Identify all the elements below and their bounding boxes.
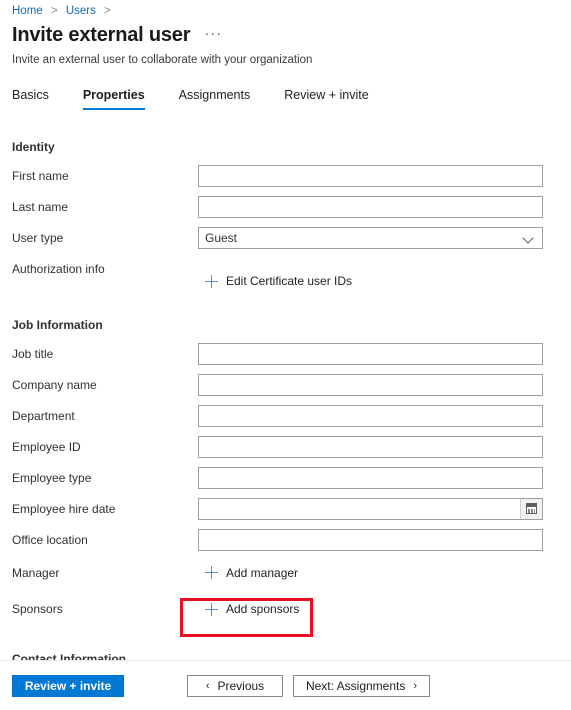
form-row-first-name: First name bbox=[0, 160, 571, 191]
department-label: Department bbox=[12, 408, 75, 423]
sponsors-label: Sponsors bbox=[12, 602, 63, 616]
review-invite-button[interactable]: Review + invite bbox=[12, 675, 124, 697]
company-name-label: Company name bbox=[12, 377, 97, 392]
form-row-job-title: Job title bbox=[0, 338, 571, 369]
employee-hire-date-label: Employee hire date bbox=[12, 501, 116, 516]
breadcrumb-item-home[interactable]: Home bbox=[12, 5, 43, 17]
form-row-last-name: Last name bbox=[0, 191, 571, 222]
tab-properties[interactable]: Properties bbox=[82, 88, 145, 110]
section-heading-identity: Identity bbox=[12, 140, 55, 154]
next-label: Next: Assignments bbox=[305, 679, 406, 693]
company-name-input[interactable] bbox=[198, 373, 543, 396]
add-sponsors-button[interactable]: Add sponsors bbox=[205, 602, 299, 616]
form-row-sponsors: Sponsors Add sponsors bbox=[0, 590, 571, 628]
job-title-label: Job title bbox=[12, 346, 54, 361]
form-row-user-type: User type Guest bbox=[0, 222, 571, 253]
last-name-label: Last name bbox=[12, 199, 69, 214]
next-assignments-button[interactable]: Next: Assignments › bbox=[293, 675, 430, 697]
wizard-tabs: Basics Properties Assignments Review + i… bbox=[12, 88, 403, 118]
first-name-input[interactable] bbox=[198, 164, 543, 187]
job-title-input[interactable] bbox=[198, 342, 543, 365]
page-header: Invite external user ··· bbox=[12, 24, 222, 47]
add-manager-button[interactable]: Add manager bbox=[205, 566, 298, 580]
manager-label: Manager bbox=[12, 565, 60, 580]
tab-assignments[interactable]: Assignments bbox=[179, 88, 251, 110]
tab-review-invite[interactable]: Review + invite bbox=[284, 88, 368, 110]
plus-icon bbox=[205, 566, 218, 579]
edit-certificate-user-ids-button[interactable]: Edit Certificate user IDs bbox=[205, 274, 352, 288]
previous-label: Previous bbox=[217, 679, 265, 693]
properties-form: Identity First name Last name User type … bbox=[0, 130, 571, 661]
edit-certificate-user-ids-label: Edit Certificate user IDs bbox=[226, 274, 353, 288]
user-type-label: User type bbox=[12, 230, 64, 245]
office-location-input[interactable] bbox=[198, 528, 543, 551]
employee-hire-date-input[interactable] bbox=[198, 497, 543, 520]
page-subtitle: Invite an external user to collaborate w… bbox=[12, 54, 313, 66]
breadcrumb: Home > Users > bbox=[12, 4, 116, 18]
add-sponsors-label: Add sponsors bbox=[226, 602, 300, 616]
form-row-office-location: Office location bbox=[0, 524, 571, 555]
form-row-employee-type: Employee type bbox=[0, 462, 571, 493]
add-manager-label: Add manager bbox=[226, 565, 299, 580]
department-input[interactable] bbox=[198, 404, 543, 427]
chevron-left-icon: ‹ bbox=[205, 680, 210, 692]
form-row-edit-certificate: Edit Certificate user IDs bbox=[0, 270, 571, 292]
employee-type-label: Employee type bbox=[12, 470, 92, 485]
employee-type-input[interactable] bbox=[198, 466, 543, 489]
calendar-picker-button[interactable] bbox=[520, 498, 542, 519]
calendar-icon bbox=[526, 503, 537, 514]
form-row-employee-id: Employee ID bbox=[0, 431, 571, 462]
breadcrumb-separator-icon: > bbox=[104, 5, 111, 17]
breadcrumb-item-users[interactable]: Users bbox=[66, 5, 96, 17]
form-row-department: Department bbox=[0, 400, 571, 431]
employee-id-input[interactable] bbox=[198, 435, 543, 458]
employee-id-label: Employee ID bbox=[12, 439, 81, 454]
employee-hire-date-group bbox=[198, 497, 543, 520]
office-location-label: Office location bbox=[12, 532, 88, 547]
first-name-label: First name bbox=[12, 168, 69, 183]
chevron-down-icon bbox=[524, 233, 534, 243]
last-name-input[interactable] bbox=[198, 195, 543, 218]
form-row-employee-hire-date: Employee hire date bbox=[0, 493, 571, 524]
chevron-right-icon: › bbox=[413, 680, 418, 692]
form-row-company-name: Company name bbox=[0, 369, 571, 400]
breadcrumb-separator-icon: > bbox=[50, 5, 58, 17]
wizard-footer: Review + invite ‹ Previous Next: Assignm… bbox=[0, 660, 571, 710]
tab-basics[interactable]: Basics bbox=[12, 88, 49, 110]
previous-button[interactable]: ‹ Previous bbox=[187, 675, 283, 697]
page-title: Invite external user bbox=[12, 24, 191, 46]
section-heading-job-information: Job Information bbox=[12, 318, 103, 332]
plus-icon bbox=[205, 274, 218, 288]
plus-icon bbox=[205, 602, 218, 616]
more-options-icon[interactable]: ··· bbox=[204, 25, 222, 42]
user-type-value: Guest bbox=[205, 230, 238, 245]
user-type-select[interactable]: Guest bbox=[198, 226, 543, 249]
form-row-manager: Manager Add manager bbox=[0, 555, 571, 590]
